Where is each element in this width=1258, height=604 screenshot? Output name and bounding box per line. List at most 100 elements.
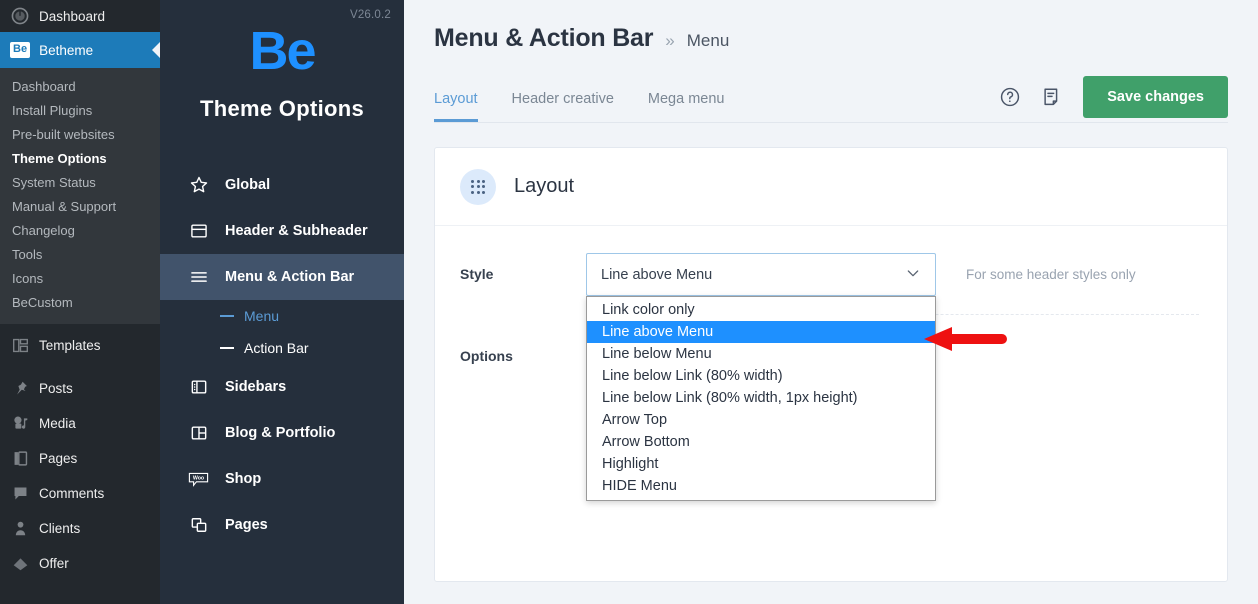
submenu-item-dashboard[interactable]: Dashboard <box>0 74 160 98</box>
dropdown-option[interactable]: Arrow Top <box>587 409 935 431</box>
theme-options-panel: V26.0.2 Be Theme Options Global Header & <box>160 0 404 604</box>
main-content: Menu & Action Bar » Menu Layout Header c… <box>404 0 1258 604</box>
sidebar-group-templates: Templates <box>0 324 160 367</box>
sidebar-layout-icon <box>188 377 209 398</box>
header-actions: Save changes <box>999 75 1228 118</box>
panel-item-pages[interactable]: Pages <box>160 502 404 548</box>
option-label: Line below Menu <box>602 346 712 362</box>
style-dropdown-list[interactable]: Link color only Line above Menu Line bel… <box>586 296 936 501</box>
panel-subitem-label: Menu <box>244 308 280 324</box>
svg-text:Woo: Woo <box>193 475 204 481</box>
submenu-label: Changelog <box>12 222 75 238</box>
panel-item-sidebars[interactable]: Sidebars <box>160 364 404 410</box>
sidebar-label: Dashboard <box>39 8 106 24</box>
tab-mega-menu[interactable]: Mega menu <box>648 91 725 121</box>
tab-label: Header creative <box>511 90 614 107</box>
submenu-item-install-plugins[interactable]: Install Plugins <box>0 98 160 122</box>
tab-layout[interactable]: Layout <box>434 90 478 122</box>
panel-item-label: Sidebars <box>225 379 287 395</box>
save-changes-button[interactable]: Save changes <box>1083 75 1228 118</box>
pages-icon <box>10 449 30 469</box>
app-root: Dashboard Be Betheme Dashboard Install P… <box>0 0 1258 604</box>
dropdown-option[interactable]: Line below Menu <box>587 343 935 365</box>
sidebar-item-dashboard[interactable]: Dashboard <box>0 0 160 32</box>
tab-label: Layout <box>434 90 478 107</box>
dashboard-gauge-icon <box>10 6 30 26</box>
dropdown-option[interactable]: Line below Link (80% width) <box>587 365 935 387</box>
panel-item-label: Pages <box>225 517 268 533</box>
panel-subitem-action-bar[interactable]: Action Bar <box>160 332 404 364</box>
dropdown-option[interactable]: Link color only <box>587 299 935 321</box>
sidebar-label: Posts <box>39 381 73 396</box>
option-label: Arrow Top <box>602 412 668 428</box>
sidebar-label: Templates <box>39 338 101 353</box>
submenu-label: Manual & Support <box>12 198 117 214</box>
sidebar-label: Pages <box>39 451 78 466</box>
submenu-item-icons[interactable]: Icons <box>0 266 160 290</box>
submenu-item-prebuilt-websites[interactable]: Pre-built websites <box>0 122 160 146</box>
grid-dots-icon <box>460 168 496 205</box>
header-box-icon <box>188 221 209 242</box>
panel-item-menu-action-bar[interactable]: Menu & Action Bar <box>160 254 404 300</box>
sidebar-item-templates[interactable]: Templates <box>0 328 160 363</box>
option-label: Arrow Bottom <box>602 434 690 450</box>
offer-icon <box>10 554 30 574</box>
submenu-label: Pre-built websites <box>12 126 115 142</box>
sidebar-item-betheme[interactable]: Be Betheme <box>0 32 160 68</box>
question-circle-icon[interactable] <box>999 86 1021 108</box>
pages-stack-icon <box>188 515 209 536</box>
sidebar-label: Clients <box>39 521 81 536</box>
panel-item-header-subheader[interactable]: Header & Subheader <box>160 208 404 254</box>
panel-subitem-menu[interactable]: Menu <box>160 300 404 332</box>
dropdown-option-selected[interactable]: Line above Menu <box>587 321 935 343</box>
sidebar-item-pages[interactable]: Pages <box>0 441 160 476</box>
submenu-item-changelog[interactable]: Changelog <box>0 218 160 242</box>
sidebar-item-posts[interactable]: Posts <box>0 371 160 406</box>
sidebar-label: Offer <box>39 556 69 571</box>
style-row: Style Line above Menu Link color only Li… <box>435 226 1227 501</box>
option-label: Link color only <box>602 302 695 318</box>
panel-item-shop[interactable]: Woo Shop <box>160 456 404 502</box>
templates-icon <box>10 336 30 356</box>
submenu-item-system-status[interactable]: System Status <box>0 170 160 194</box>
panel-item-label: Menu & Action Bar <box>225 269 355 285</box>
style-hint: For some header styles only <box>966 267 1136 282</box>
betheme-submenu: Dashboard Install Plugins Pre-built webs… <box>0 68 160 324</box>
submenu-item-tools[interactable]: Tools <box>0 242 160 266</box>
sidebar-item-clients[interactable]: Clients <box>0 511 160 546</box>
submenu-item-theme-options[interactable]: Theme Options <box>0 146 160 170</box>
dropdown-option[interactable]: Highlight <box>587 453 935 475</box>
chevron-down-icon <box>905 265 921 285</box>
document-note-icon[interactable] <box>1041 86 1063 108</box>
submenu-item-manual-support[interactable]: Manual & Support <box>0 194 160 218</box>
betheme-logo: Be <box>249 21 316 81</box>
betheme-badge: Be <box>10 42 31 58</box>
option-label: Highlight <box>602 456 659 472</box>
dropdown-option[interactable]: Arrow Bottom <box>587 431 935 453</box>
panel-item-global[interactable]: Global <box>160 162 404 208</box>
panel-item-label: Shop <box>225 471 262 487</box>
content-header: Menu & Action Bar » Menu Layout Header c… <box>404 0 1258 123</box>
user-icon <box>10 519 30 539</box>
sidebar-item-comments[interactable]: Comments <box>0 476 160 511</box>
pin-icon <box>10 379 30 399</box>
dropdown-option[interactable]: Line below Link (80% width, 1px height) <box>587 387 935 409</box>
sidebar-label: Betheme <box>39 42 94 58</box>
submenu-label: Dashboard <box>12 78 76 94</box>
options-label: Options <box>460 348 513 364</box>
sidebar-label: Media <box>39 416 76 431</box>
style-select[interactable]: Line above Menu <box>586 253 936 296</box>
dash-icon <box>220 315 234 317</box>
dropdown-option[interactable]: HIDE Menu <box>587 475 935 497</box>
breadcrumb-current: Menu <box>686 31 730 50</box>
submenu-item-becustom[interactable]: BeCustom <box>0 290 160 314</box>
sidebar-item-media[interactable]: Media <box>0 406 160 441</box>
panel-subitem-label: Action Bar <box>244 340 309 356</box>
sidebar-item-offer[interactable]: Offer <box>0 546 160 581</box>
panel-item-blog-portfolio[interactable]: Blog & Portfolio <box>160 410 404 456</box>
panel-title: Theme Options <box>199 96 365 121</box>
breadcrumb: Menu & Action Bar » Menu <box>434 24 1228 53</box>
media-icon <box>10 414 30 434</box>
submenu-label: System Status <box>12 174 96 190</box>
tab-header-creative[interactable]: Header creative <box>512 91 614 121</box>
